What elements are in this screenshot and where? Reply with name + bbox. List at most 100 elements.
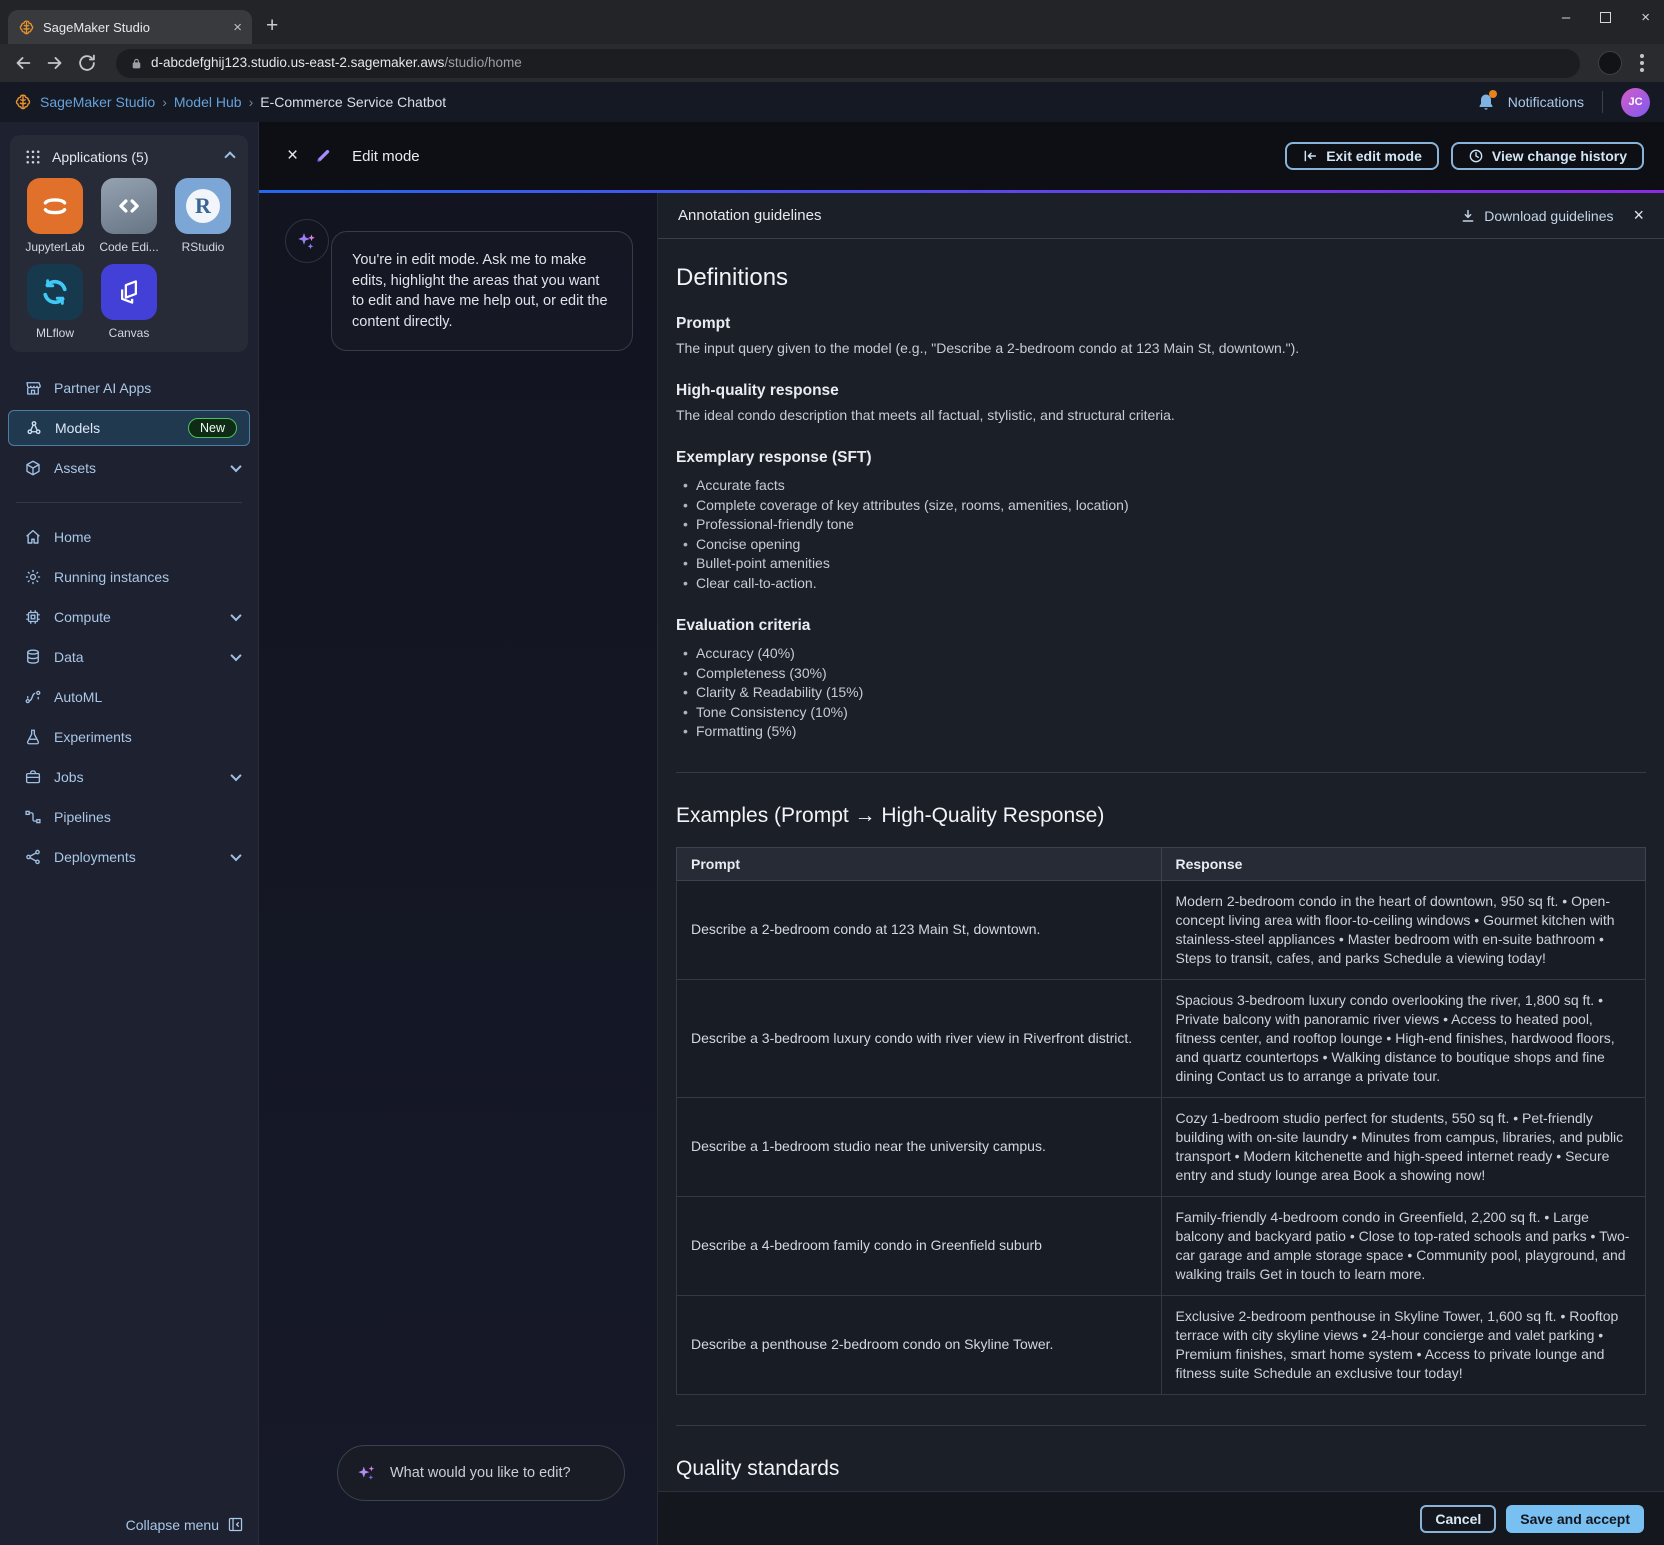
view-change-history-label: View change history bbox=[1492, 148, 1627, 164]
table-row: Describe a 4-bedroom family condo in Gre… bbox=[677, 1196, 1646, 1295]
url-host: d-abcdefghij123.studio.us-east-2.sagemak… bbox=[151, 55, 444, 70]
forward-icon[interactable] bbox=[44, 52, 66, 74]
breadcrumb-separator: › bbox=[249, 94, 254, 110]
sidebar-item-assets[interactable]: Assets bbox=[0, 448, 258, 488]
sidebar-item-models[interactable]: Models New bbox=[8, 410, 250, 446]
close-edit-mode-icon[interactable]: × bbox=[287, 145, 298, 167]
pencil-icon bbox=[314, 147, 332, 165]
app-tile-rstudio[interactable]: R RStudio bbox=[166, 178, 240, 254]
app-tile-label: Canvas bbox=[109, 326, 150, 340]
browser-menu-icon[interactable] bbox=[1640, 61, 1644, 65]
code-editor-icon bbox=[101, 178, 157, 234]
grid-icon bbox=[24, 148, 42, 166]
exit-edit-mode-button[interactable]: Exit edit mode bbox=[1285, 142, 1439, 170]
url-bar[interactable]: d-abcdefghij123.studio.us-east-2.sagemak… bbox=[116, 49, 1580, 78]
brain-icon bbox=[14, 93, 32, 111]
examples-table: Prompt Response Describe a 2-bedroom con… bbox=[676, 847, 1646, 1395]
sidebar-item-data[interactable]: Data bbox=[0, 637, 258, 677]
notifications-bell-icon[interactable] bbox=[1476, 92, 1496, 112]
app-tile-code-editor[interactable]: Code Edi... bbox=[92, 178, 166, 254]
sidebar-item-running-instances[interactable]: Running instances bbox=[0, 557, 258, 597]
tab-close-icon[interactable]: × bbox=[233, 19, 242, 36]
sft-heading: Exemplary response (SFT) bbox=[676, 448, 1646, 468]
prompt-cell: Describe a 3-bedroom luxury condo with r… bbox=[677, 979, 1162, 1097]
browser-toolbar: d-abcdefghij123.studio.us-east-2.sagemak… bbox=[0, 44, 1664, 82]
window-maximize-icon[interactable] bbox=[1600, 12, 1611, 23]
breadcrumb-root-link[interactable]: SageMaker Studio bbox=[40, 94, 155, 110]
chevron-down-icon bbox=[230, 770, 241, 781]
sidebar: Applications (5) JupyterLab Code bbox=[0, 122, 258, 1545]
chip-icon bbox=[24, 608, 42, 626]
refresh-icon[interactable] bbox=[76, 52, 98, 74]
download-guidelines-label: Download guidelines bbox=[1484, 208, 1613, 224]
sidebar-item-label: Compute bbox=[54, 609, 220, 625]
hq-response-heading: High-quality response bbox=[676, 381, 1646, 401]
bullet-item: Formatting (5%) bbox=[676, 722, 1646, 742]
bullet-item: Accurate facts bbox=[676, 476, 1646, 496]
guidelines-content: Definitions Prompt The input query given… bbox=[658, 239, 1664, 1545]
sparkle-icon bbox=[356, 1462, 378, 1484]
sidebar-item-label: Data bbox=[54, 649, 220, 665]
sidebar-item-label: Partner AI Apps bbox=[54, 380, 240, 396]
definitions-heading: Definitions bbox=[676, 263, 1646, 293]
chat-input-pill[interactable] bbox=[337, 1445, 625, 1501]
sidebar-item-automl[interactable]: AutoML bbox=[0, 677, 258, 717]
app-tile-mlflow[interactable]: MLflow bbox=[18, 264, 92, 340]
window-close-icon[interactable]: × bbox=[1641, 10, 1650, 25]
bullet-item: Concise opening bbox=[676, 535, 1646, 555]
canvas-icon bbox=[101, 264, 157, 320]
examples-heading: Examples (Prompt → High-Quality Response… bbox=[676, 801, 1646, 831]
prompt-cell: Describe a penthouse 2-bedroom condo on … bbox=[677, 1295, 1162, 1394]
briefcase-icon bbox=[24, 768, 42, 786]
app-tile-jupyterlab[interactable]: JupyterLab bbox=[18, 178, 92, 254]
browser-tab[interactable]: SageMaker Studio × bbox=[8, 10, 252, 44]
download-guidelines-button[interactable]: Download guidelines bbox=[1460, 208, 1613, 224]
back-icon[interactable] bbox=[12, 52, 34, 74]
edit-mode-title: Edit mode bbox=[352, 148, 420, 165]
url-path: /studio/home bbox=[444, 55, 521, 70]
sidebar-item-compute[interactable]: Compute bbox=[0, 597, 258, 637]
sidebar-item-label: Models bbox=[55, 420, 176, 436]
lock-icon bbox=[130, 57, 143, 70]
user-avatar[interactable]: JC bbox=[1621, 88, 1650, 117]
deployments-icon bbox=[24, 848, 42, 866]
sidebar-item-home[interactable]: Home bbox=[0, 517, 258, 557]
sidebar-item-label: Running instances bbox=[54, 569, 240, 585]
collapse-menu-button[interactable]: Collapse menu bbox=[126, 1516, 244, 1533]
sidebar-item-jobs[interactable]: Jobs bbox=[0, 757, 258, 797]
exit-bar-arrow-icon bbox=[1302, 148, 1318, 164]
sidebar-item-experiments[interactable]: Experiments bbox=[0, 717, 258, 757]
chevron-up-icon[interactable] bbox=[224, 151, 235, 162]
edit-mode-bar: × Edit mode Exit edit mode bbox=[259, 122, 1664, 190]
sidebar-item-deployments[interactable]: Deployments bbox=[0, 837, 258, 877]
bullet-item: Clear call-to-action. bbox=[676, 574, 1646, 594]
app-tile-canvas[interactable]: Canvas bbox=[92, 264, 166, 340]
sidebar-item-label: AutoML bbox=[54, 689, 240, 705]
close-guidelines-icon[interactable]: × bbox=[1633, 205, 1644, 226]
jupyterlab-icon bbox=[27, 178, 83, 234]
sidebar-item-partner-ai-apps[interactable]: Partner AI Apps bbox=[0, 368, 258, 408]
browser-profile-avatar[interactable] bbox=[1598, 51, 1622, 75]
app-header: SageMaker Studio › Model Hub › E-Commerc… bbox=[0, 82, 1664, 122]
sparkle-icon bbox=[285, 219, 329, 263]
eval-bullet-list: Accuracy (40%) Completeness (30%) Clarit… bbox=[676, 644, 1646, 742]
notification-dot bbox=[1489, 90, 1497, 98]
eval-criteria-heading: Evaluation criteria bbox=[676, 616, 1646, 636]
chevron-down-icon bbox=[230, 461, 241, 472]
bullet-item: Complete coverage of key attributes (siz… bbox=[676, 496, 1646, 516]
prompt-def-heading: Prompt bbox=[676, 314, 1646, 334]
view-change-history-button[interactable]: View change history bbox=[1451, 142, 1644, 170]
save-and-accept-button[interactable]: Save and accept bbox=[1506, 1505, 1644, 1533]
sft-bullet-list: Accurate facts Complete coverage of key … bbox=[676, 476, 1646, 593]
new-tab-button[interactable]: + bbox=[266, 14, 278, 38]
window-minimize-icon[interactable]: – bbox=[1562, 10, 1570, 25]
hq-response-body: The ideal condo description that meets a… bbox=[676, 406, 1646, 425]
notifications-label[interactable]: Notifications bbox=[1508, 94, 1584, 110]
column-header-response: Response bbox=[1161, 847, 1646, 880]
sidebar-item-label: Jobs bbox=[54, 769, 220, 785]
chat-input[interactable] bbox=[390, 1465, 606, 1481]
sidebar-item-pipelines[interactable]: Pipelines bbox=[0, 797, 258, 837]
cancel-button[interactable]: Cancel bbox=[1420, 1505, 1496, 1533]
bullet-item: Clarity & Readability (15%) bbox=[676, 683, 1646, 703]
breadcrumb-section-link[interactable]: Model Hub bbox=[174, 94, 242, 110]
